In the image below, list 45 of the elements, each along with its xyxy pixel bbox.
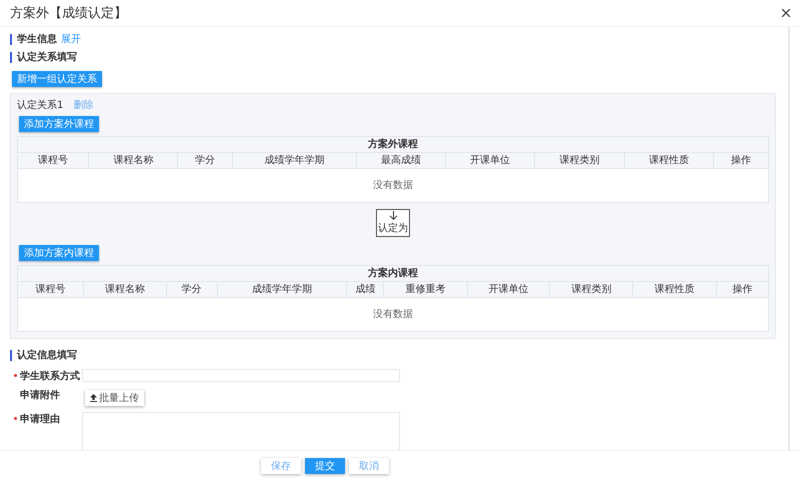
column-header: 学分 [166,282,218,297]
footer-button[interactable]: 保存 [261,458,301,474]
column-header: 课程类别 [550,282,634,297]
delete-link[interactable]: 删除 [73,98,94,112]
section-title: 学生信息 [10,34,57,44]
add-course-button[interactable]: 添加方案外课程 [19,116,99,132]
field-label: 学生联系方式 [20,369,80,382]
expand-link[interactable]: 展开 [61,32,81,46]
column-header: 开课单位 [468,282,550,297]
column-header: 开课单位 [446,153,536,168]
column-header: 操作 [730,154,752,168]
column-header: 成绩学年学期 [218,282,348,297]
table-title: 方案外课程 [18,137,768,153]
window-title: 方案外【成绩认定】 [10,5,127,22]
convert-button[interactable]: 认定为 [376,209,410,237]
add-relation-button[interactable]: 新增一组认定关系 [12,71,102,87]
submit-button[interactable]: 提交 [305,458,345,474]
down-arrow-icon [388,211,398,220]
upload-button[interactable]: 批量上传 [85,390,144,406]
column-header: 课程名称 [89,153,178,168]
column-header: 课程名称 [84,282,167,297]
close-icon[interactable] [782,9,790,17]
column-header: 课程性质 [624,153,714,168]
empty-message: 没有数据 [372,179,414,193]
upload-icon [90,394,97,402]
column-header: 最高成绩 [357,153,446,168]
column-header: 课程性质 [633,282,717,297]
relation-label: 认定关系1 [17,98,64,112]
column-header: 成绩 [347,282,384,297]
field-label: 申请附件 [20,388,60,402]
column-header: 课程类别 [535,153,625,168]
field-label: 申请理由 [20,412,60,426]
column-header: 课程号 [18,282,84,297]
table-title: 方案内课程 [18,266,768,282]
add-course-button[interactable]: 添加方案内课程 [19,245,99,261]
column-header: 学分 [178,153,232,168]
column-header: 成绩学年学期 [232,153,358,168]
section-title: 认定关系填写 [10,52,77,62]
column-header: 课程号 [18,153,90,168]
column-header: 重修重考 [384,282,468,297]
footer-button[interactable]: 取消 [349,458,389,474]
column-header: 操作 [731,283,754,297]
section-title: 认定信息填写 [10,350,77,360]
input-field[interactable] [82,369,400,382]
empty-message: 没有数据 [372,308,414,322]
